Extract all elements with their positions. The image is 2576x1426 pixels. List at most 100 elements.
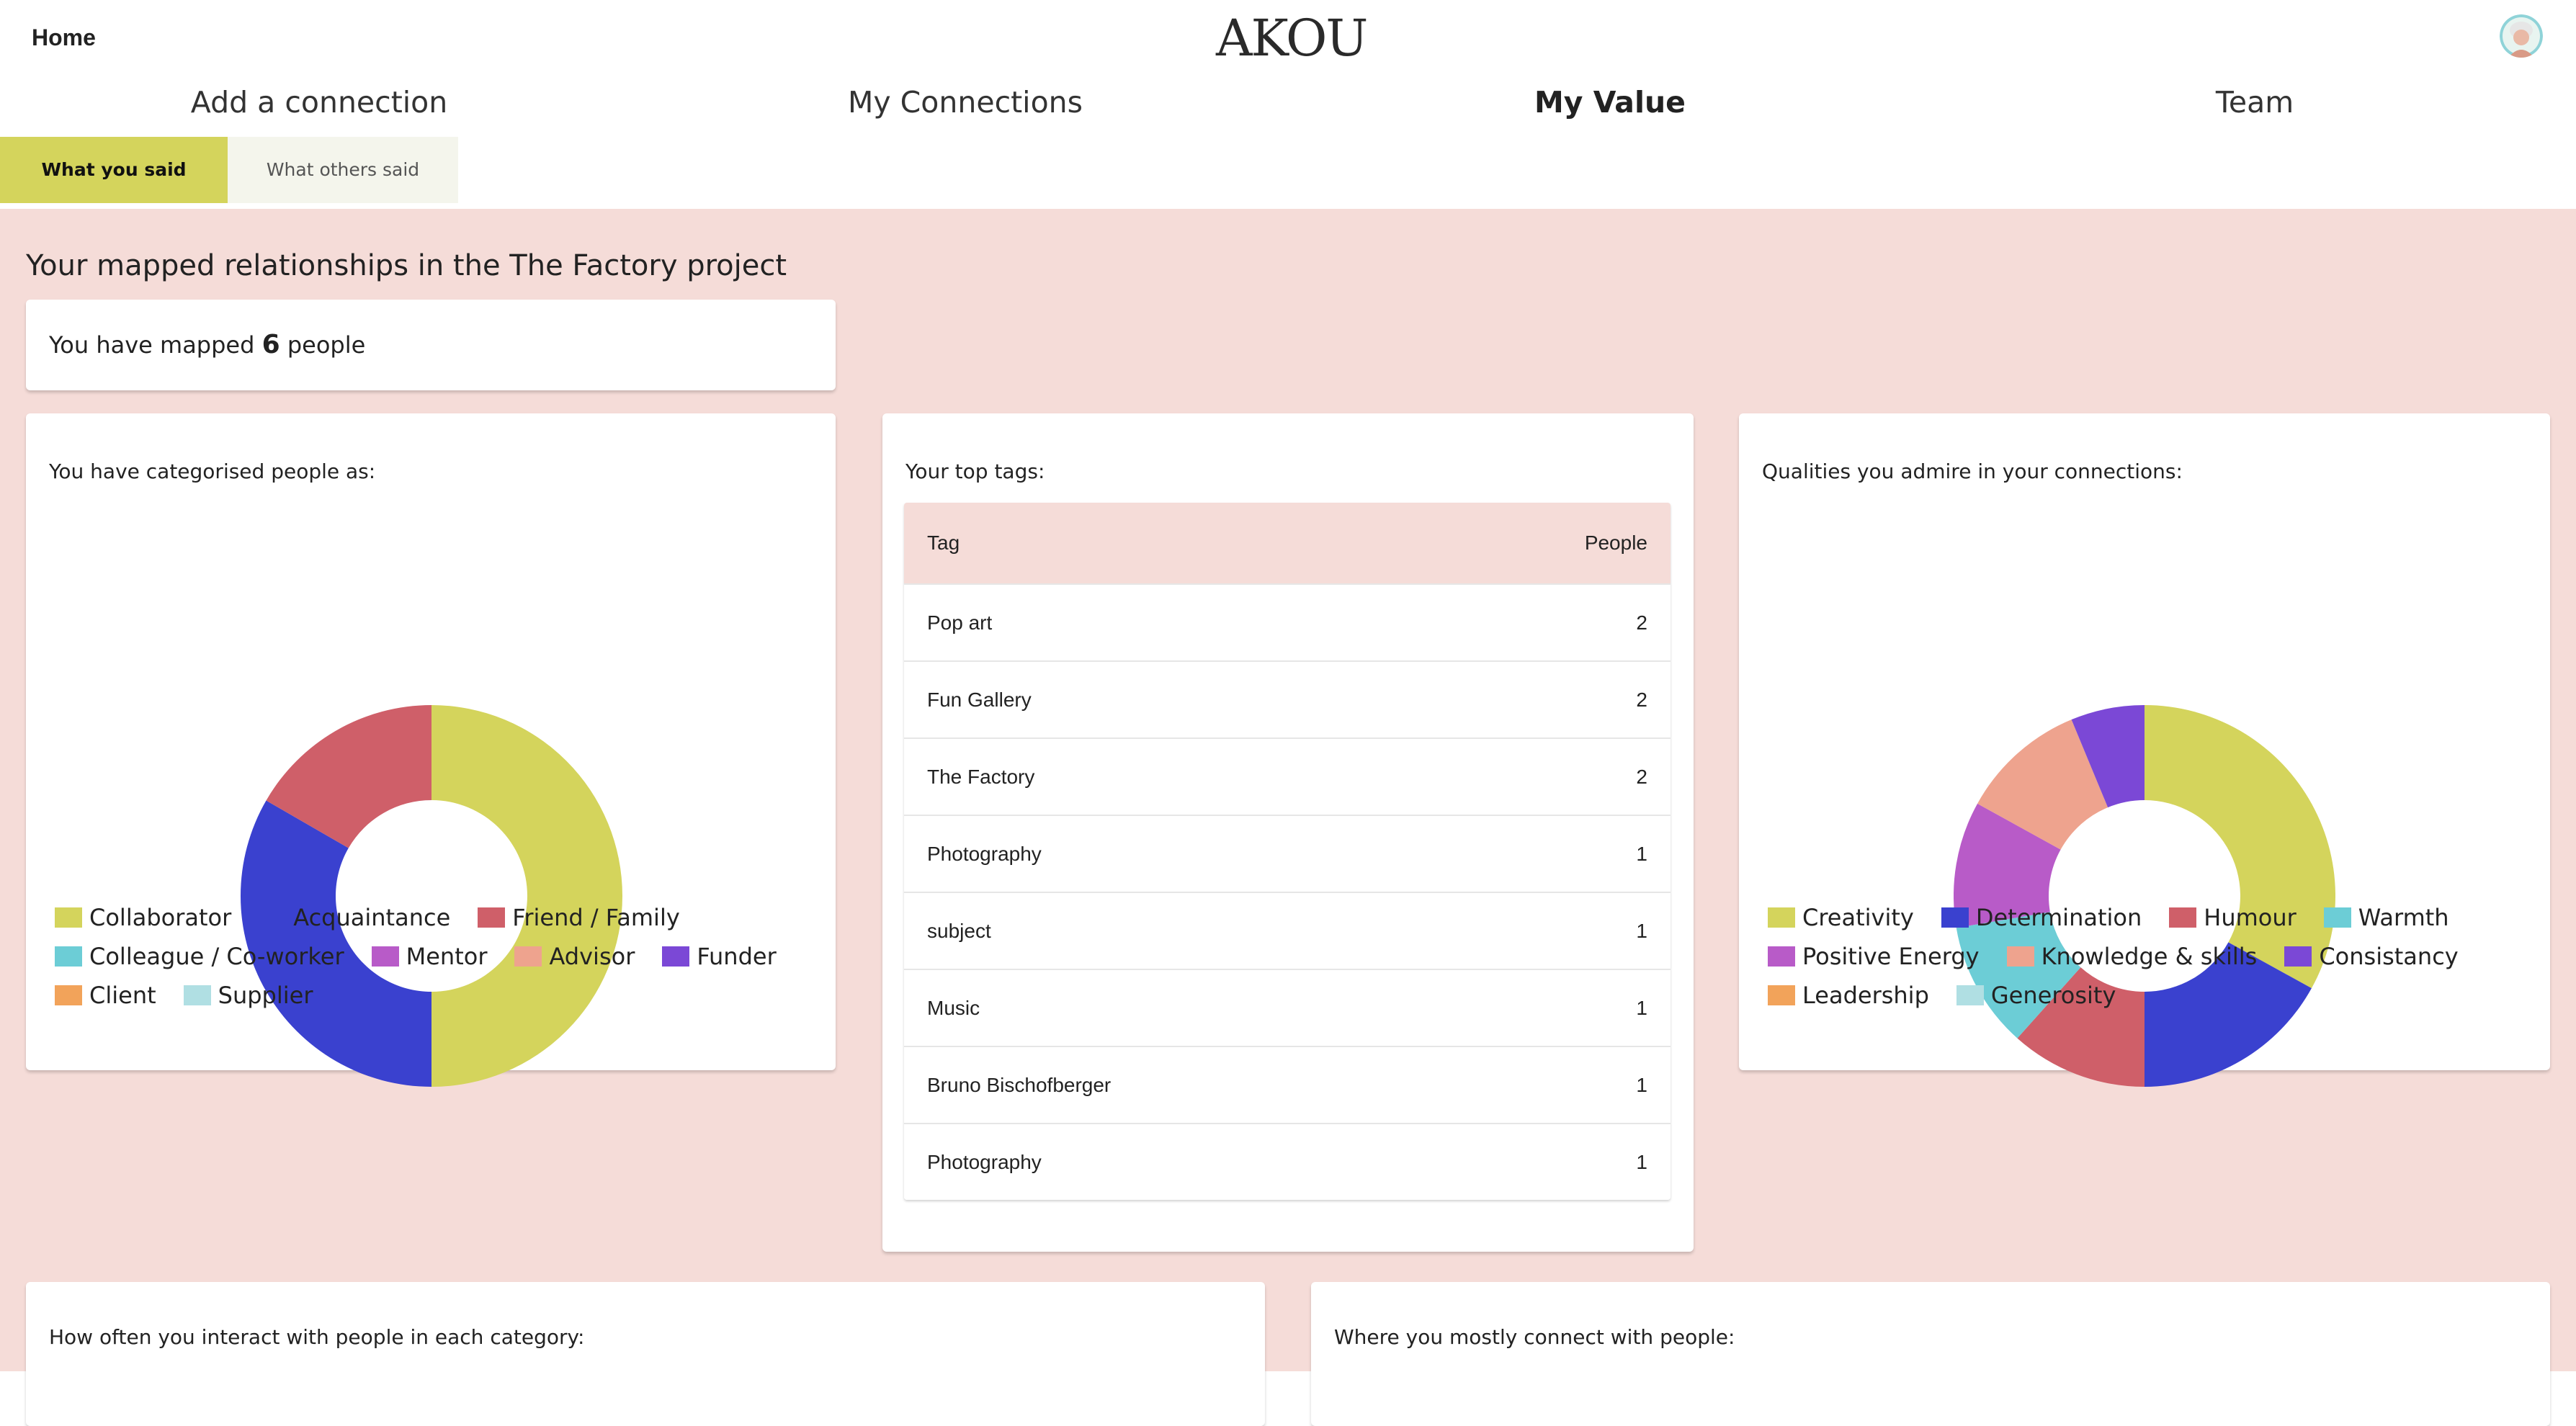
legend-label: Advisor [549,943,635,970]
people-count-cell: 2 [1636,611,1647,634]
qualities-legend-creativity[interactable]: Creativity [1768,904,1914,931]
legend-swatch [1768,946,1795,967]
mapped-prefix: You have mapped [49,331,255,359]
mapped-count-text: You have mapped 6 people [49,300,365,390]
qualities-legend-knowledge-skills[interactable]: Knowledge & skills [2006,943,2258,970]
legend-swatch [478,907,506,928]
people-count-cell: 1 [1636,919,1647,942]
categories-donut-chart [241,705,622,1087]
people-count-cell: 1 [1636,996,1647,1019]
categories-legend: Collaborator Acquaintance Friend / Family C… [55,904,804,1009]
legend-swatch [2284,946,2312,967]
people-count-cell: 1 [1636,1150,1647,1173]
home-link[interactable]: Home [32,24,96,51]
categories-legend-collaborator[interactable]: Collaborator [55,904,232,931]
subtab-what-you-said[interactable]: What you said [0,137,228,203]
categories-legend-mentor[interactable]: Mentor [371,943,488,970]
table-row: Photography 1 [904,1123,1671,1200]
qualities-legend-consistancy[interactable]: Consistancy [2284,943,2459,970]
legend-swatch [662,946,690,967]
categories-slice-collaborator[interactable] [431,705,622,1087]
qualities-label: Qualities you admire in your connections… [1762,459,2183,483]
tag-name-cell: Fun Gallery [927,688,1032,711]
tab-team[interactable]: Team [2039,85,2471,120]
tab-my-connections[interactable]: My Connections [749,85,1181,120]
tag-name-cell: The Factory [927,765,1035,788]
categories-legend-funder[interactable]: Funder [662,943,777,970]
subtab-what-others-said[interactable]: What others said [228,137,458,203]
legend-swatch [2169,907,2197,928]
tag-name-cell: Photography [927,1150,1042,1173]
tags-card: Your top tags: Tag People Pop art 2 Fun Ga… [882,413,1694,1252]
avatar-image [2500,14,2543,58]
legend-swatch [2006,946,2034,967]
table-row: Bruno Bischofberger 1 [904,1046,1671,1123]
legend-swatch [514,946,542,967]
qualities-legend-determination[interactable]: Determination [1941,904,2142,931]
tag-name-cell: Photography [927,842,1042,865]
legend-swatch [55,907,82,928]
legend-label: Acquaintance [293,904,451,931]
people-count-cell: 2 [1636,688,1647,711]
legend-label: Colleague / Co-worker [89,943,344,970]
categories-legend-advisor[interactable]: Advisor [514,943,635,970]
legend-label: Funder [697,943,777,970]
legend-label: Mentor [406,943,488,970]
table-header: Tag People [904,503,1671,583]
legend-swatch [55,985,82,1005]
interaction-frequency-label: How often you interact with people in ea… [49,1325,585,1349]
table-row: subject 1 [904,892,1671,969]
legend-label: Warmth [2358,904,2449,931]
legend-label: Collaborator [89,904,232,931]
qualities-card: Qualities you admire in your connections… [1739,413,2550,1087]
legend-label: Creativity [1802,904,1914,931]
legend-label: Friend / Family [512,904,680,931]
column-header-people: People [1584,532,1647,554]
legend-label: Humour [2204,904,2297,931]
tag-name-cell: subject [927,919,991,942]
qualities-legend-positive-energy[interactable]: Positive Energy [1768,943,1980,970]
akou-logo: AKOU [1216,9,1368,68]
legend-swatch [2323,907,2351,928]
qualities-legend-leadership[interactable]: Leadership [1768,982,1929,1009]
qualities-legend: Creativity Determination Humour Warmth Posit… [1768,904,2517,1009]
main-content: Your mapped relationships in the The Fac… [0,209,2576,1426]
categories-legend-colleague-co-worker[interactable]: Colleague / Co-worker [55,943,344,970]
tag-name-cell: Pop art [927,611,993,634]
categories-legend-acquaintance[interactable]: Acquaintance [259,904,451,931]
qualities-legend-humour[interactable]: Humour [2169,904,2297,931]
avatar[interactable] [2500,14,2543,58]
mapped-count-card: You have mapped 6 people [26,300,836,390]
categories-legend-friend-family[interactable]: Friend / Family [478,904,680,931]
categories-card: You have categorised people as: Collabor… [26,413,836,1087]
page-title: Your mapped relationships in the The Fac… [26,249,787,282]
tab-my-value[interactable]: My Value [1394,85,1826,120]
legend-swatch [1941,907,1969,928]
people-count-cell: 2 [1636,765,1647,788]
qualities-legend-generosity[interactable]: Generosity [1956,982,2116,1009]
legend-label: Knowledge & skills [2041,943,2258,970]
legend-label: Determination [1975,904,2142,931]
legend-swatch [1768,985,1795,1005]
table-row: Photography 1 [904,815,1671,892]
table-row: Fun Gallery 2 [904,660,1671,737]
tag-name-cell: Music [927,996,980,1019]
legend-swatch [259,907,287,928]
categories-legend-supplier[interactable]: Supplier [183,982,313,1009]
qualities-donut-chart [1954,705,2335,1087]
connection-places-label: Where you mostly connect with people: [1334,1325,1735,1349]
legend-swatch [371,946,399,967]
legend-swatch [1768,907,1795,928]
qualities-legend-warmth[interactable]: Warmth [2323,904,2449,931]
people-count-cell: 1 [1636,842,1647,865]
people-count-cell: 1 [1636,1073,1647,1096]
legend-label: Client [89,982,156,1009]
connection-places-card: Where you mostly connect with people: [1311,1282,2550,1426]
tags-table: Tag People Pop art 2 Fun Gallery 2 The Facto… [904,503,1671,1200]
categories-legend-client[interactable]: Client [55,982,156,1009]
legend-swatch [1956,985,1984,1005]
table-row: The Factory 2 [904,737,1671,815]
tab-add-connection[interactable]: Add a connection [103,85,535,120]
legend-swatch [183,985,211,1005]
interaction-frequency-card: How often you interact with people in ea… [26,1282,1265,1426]
